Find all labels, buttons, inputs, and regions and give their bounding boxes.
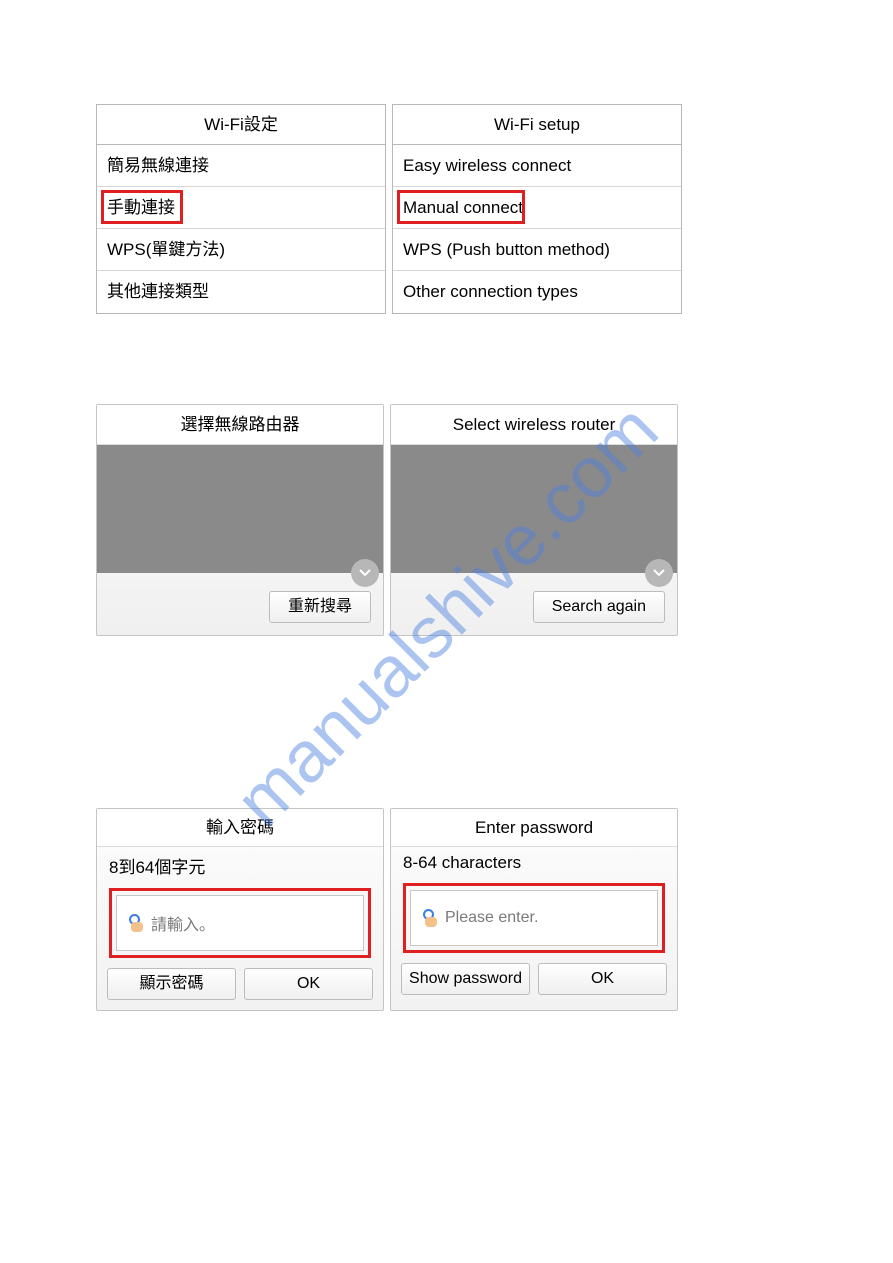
- password-placeholder: 請輸入。: [151, 911, 215, 935]
- panel-title: Select wireless router: [391, 405, 677, 445]
- char-range-label: 8到64個字元: [97, 847, 383, 882]
- password-input[interactable]: Please enter.: [410, 890, 658, 946]
- wifi-option-wps[interactable]: WPS (Push button method): [393, 229, 681, 271]
- wifi-option-manual[interactable]: 手動連接: [97, 187, 385, 229]
- select-router-pair: 選擇無線路由器 重新搜尋 Select wireless router Sear…: [96, 404, 678, 636]
- panel-title: Wi-Fi設定: [97, 105, 385, 145]
- wifi-option-other[interactable]: 其他連接類型: [97, 271, 385, 313]
- wifi-setup-panel-zh: Wi-Fi設定 簡易無線連接 手動連接 WPS(單鍵方法) 其他連接類型: [96, 104, 386, 314]
- show-password-button[interactable]: Show password: [401, 963, 530, 995]
- wifi-option-label: Manual connect: [403, 198, 523, 217]
- password-input[interactable]: 請輸入。: [116, 895, 364, 951]
- wifi-option-wps[interactable]: WPS(單鍵方法): [97, 229, 385, 271]
- chevron-down-icon: [652, 566, 666, 580]
- enter-password-panel-zh: 輸入密碼 8到64個字元 請輸入。 顯示密碼 OK: [96, 808, 384, 1011]
- router-list[interactable]: [97, 445, 383, 573]
- password-input-highlight: 請輸入。: [109, 888, 371, 958]
- wifi-setup-pair: Wi-Fi設定 簡易無線連接 手動連接 WPS(單鍵方法) 其他連接類型 Wi-…: [96, 104, 682, 314]
- search-again-button[interactable]: 重新搜尋: [269, 591, 371, 623]
- button-row: 顯示密碼 OK: [97, 968, 383, 1000]
- wifi-option-manual[interactable]: Manual connect: [393, 187, 681, 229]
- router-list[interactable]: [391, 445, 677, 573]
- select-router-panel-en: Select wireless router Search again: [390, 404, 678, 636]
- ok-button[interactable]: OK: [538, 963, 667, 995]
- chevron-down-icon: [358, 566, 372, 580]
- char-range-label: 8-64 characters: [391, 847, 677, 877]
- button-row: Show password OK: [391, 963, 677, 995]
- touch-icon: [127, 914, 145, 932]
- search-again-button[interactable]: Search again: [533, 591, 665, 623]
- touch-icon: [421, 909, 439, 927]
- wifi-option-other[interactable]: Other connection types: [393, 271, 681, 313]
- panel-title: Enter password: [391, 809, 677, 847]
- wifi-setup-panel-en: Wi-Fi setup Easy wireless connect Manual…: [392, 104, 682, 314]
- ok-button[interactable]: OK: [244, 968, 373, 1000]
- panel-title: 輸入密碼: [97, 809, 383, 847]
- scroll-down-button[interactable]: [351, 559, 379, 587]
- enter-password-pair: 輸入密碼 8到64個字元 請輸入。 顯示密碼 OK Enter password…: [96, 808, 678, 1011]
- panel-title: Wi-Fi setup: [393, 105, 681, 145]
- password-placeholder: Please enter.: [445, 909, 538, 927]
- enter-password-panel-en: Enter password 8-64 characters Please en…: [390, 808, 678, 1011]
- wifi-option-easy[interactable]: 簡易無線連接: [97, 145, 385, 187]
- wifi-option-label: 手動連接: [107, 198, 175, 217]
- password-input-highlight: Please enter.: [403, 883, 665, 953]
- scroll-down-button[interactable]: [645, 559, 673, 587]
- show-password-button[interactable]: 顯示密碼: [107, 968, 236, 1000]
- wifi-option-easy[interactable]: Easy wireless connect: [393, 145, 681, 187]
- button-row: 重新搜尋: [97, 573, 383, 623]
- button-row: Search again: [391, 573, 677, 623]
- select-router-panel-zh: 選擇無線路由器 重新搜尋: [96, 404, 384, 636]
- panel-title: 選擇無線路由器: [97, 405, 383, 445]
